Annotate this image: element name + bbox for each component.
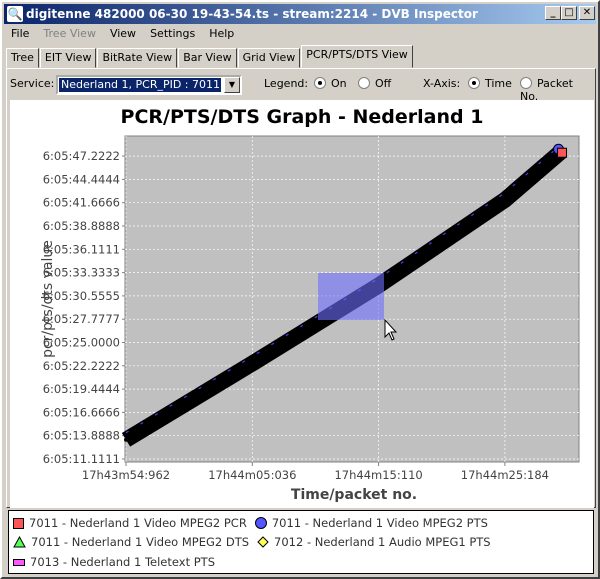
legend-off-radio[interactable]: Off [358,77,391,90]
tab-bar-view[interactable]: Bar View [178,48,237,68]
window-title: digitenne 482000 06-30 19-43-54.ts - str… [26,7,478,21]
x-axis-label: Time/packet no. [291,487,417,503]
y-axis-label: pcr/pts/dts value [40,240,56,358]
legend-on-radio[interactable]: On [314,77,347,90]
square-icon [13,517,24,529]
y-tick-label: 6:05:11.1111 [43,452,120,466]
minimize-button[interactable]: _ [545,6,561,20]
menu-help[interactable]: Help [202,25,241,43]
legend-label: 7012 - Nederland 1 Audio MPEG1 PTS [274,535,491,549]
data-point [502,197,507,202]
legend-label: 7011 - Nederland 1 Video MPEG2 PCR [29,516,247,530]
y-tick-label: 6:05:38.8888 [43,219,120,233]
y-tick-label: 6:05:22.2222 [43,359,120,373]
radio-icon[interactable] [520,77,532,89]
toolbar: Service: Nederland 1, PCR_PID : 7011 ▼ L… [10,74,590,103]
legend-label: 7011 - Nederland 1 Video MPEG2 DTS [31,535,250,549]
tab-bar: Tree EIT View BitRate View Bar View Grid… [6,45,414,68]
triangle-icon [13,536,26,548]
y-tick-label: 6:05:19.4444 [43,382,120,396]
y-tick-label: 6:05:44.4444 [43,172,120,186]
service-value: Nederland 1, PCR_PID : 7011 [59,78,221,92]
chart-panel[interactable]: PCR/PTS/DTS Graph - Nederland 1 6:05:11.1… [10,100,594,508]
xaxis-time-radio[interactable]: Time [468,77,512,90]
main-window: 🔍 digitenne 482000 06-30 19-43-54.ts - s… [0,0,600,579]
menu-tree-view: Tree View [43,27,96,40]
tab-tree[interactable]: Tree [6,48,39,68]
chart-title: PCR/PTS/DTS Graph - Nederland 1 [121,106,484,128]
data-point [250,361,255,366]
xaxis-label: X-Axis: [423,77,461,90]
tab-grid-view[interactable]: Grid View [237,48,301,68]
maximize-button[interactable]: □ [561,6,577,20]
legend-label: 7013 - Nederland 1 Teletext PTS [30,555,215,569]
legend-on-label: On [331,77,347,90]
x-tick-label: 17h43m54:962 [82,468,170,482]
legend-item: 7011 - Nederland 1 Video MPEG2 PCR 7011 … [13,514,488,532]
menu-bar: File Tree View View Settings Help [4,25,241,43]
y-tick-label: 6:05:16.6666 [43,405,120,419]
radio-icon[interactable] [358,77,370,89]
legend-item: 7013 - Nederland 1 Teletext PTS [13,553,215,571]
data-point [124,437,128,442]
legend-off-label: Off [375,77,392,90]
radio-selected-icon[interactable] [468,77,480,89]
zoom-selection [318,273,384,320]
y-tick-label: 6:05:13.8888 [43,429,120,443]
legend-label: 7011 - Nederland 1 Video MPEG2 PTS [271,516,488,530]
x-tick-label: 17h44m25:184 [461,468,549,482]
menu-settings[interactable]: Settings [143,25,202,43]
radio-selected-icon[interactable] [314,77,326,89]
diamond-icon [257,536,269,548]
tab-bitrate-view[interactable]: BitRate View [97,48,178,68]
magnifier-icon: 🔍 [7,6,23,22]
y-tick-label: 6:05:47.2222 [43,149,120,163]
tab-eit-view[interactable]: EIT View [39,48,97,68]
service-label: Service: [10,77,55,90]
x-tick-label: 17h44m05:036 [208,468,296,482]
menu-file[interactable]: File [4,25,36,43]
y-tick-label: 6:05:41.6666 [43,196,120,210]
title-bar[interactable]: 🔍 digitenne 482000 06-30 19-43-54.ts - s… [4,4,596,24]
chart-legend: 7011 - Nederland 1 Video MPEG2 PCR 7011 … [8,510,594,574]
tab-pcr-pts-dts-view[interactable]: PCR/PTS/DTS View [301,45,413,68]
pcr-pts-dts-chart[interactable]: PCR/PTS/DTS Graph - Nederland 1 6:05:11.1… [10,100,594,508]
chevron-down-icon[interactable]: ▼ [224,77,240,93]
close-button[interactable]: ✕ [579,6,595,20]
menu-view[interactable]: View [103,25,143,43]
legend-item: 7011 - Nederland 1 Video MPEG2 DTS 7012 … [13,533,491,551]
legend-label: Legend: [264,77,309,90]
rect-icon [13,558,25,566]
xaxis-time-label: Time [485,77,512,90]
service-select[interactable]: Nederland 1, PCR_PID : 7011 ▼ [56,75,242,95]
circle-icon [254,517,267,529]
pcr-marker [557,147,568,158]
x-tick-label: 17h44m15:110 [334,468,422,482]
